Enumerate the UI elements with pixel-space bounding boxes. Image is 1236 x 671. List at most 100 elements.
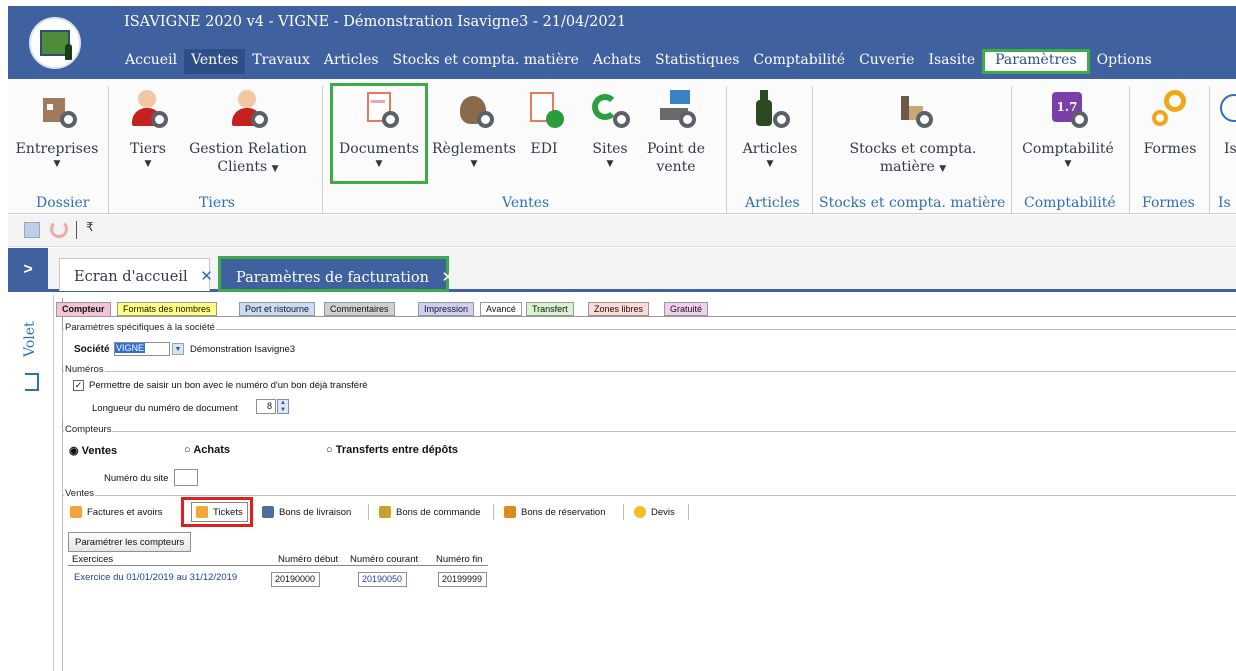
divider — [76, 221, 77, 239]
divider — [322, 86, 323, 214]
group-comptabilite: Comptabilité — [1024, 195, 1116, 211]
calendar-icon — [504, 506, 516, 518]
customize-qat-icon[interactable]: ₹ — [86, 220, 94, 234]
tab-bons-commande[interactable]: Bons de commande — [379, 502, 481, 522]
close-icon[interactable]: ✕ — [200, 267, 213, 285]
document-length-field[interactable]: 8 — [256, 399, 276, 414]
subtab-transfert[interactable]: Transfert — [526, 302, 574, 316]
pin-icon[interactable] — [25, 373, 39, 391]
radio-ventes[interactable]: ◉ Ventes — [69, 444, 117, 457]
menu-cuverie[interactable]: Cuverie — [852, 49, 921, 74]
point-de-vente-button[interactable]: Point de vente — [644, 90, 708, 176]
formes-button[interactable]: Formes — [1138, 90, 1202, 158]
tab-bons-reservation[interactable]: Bons de réservation — [504, 502, 606, 522]
tab-tickets[interactable]: Tickets — [191, 502, 248, 522]
table-row[interactable]: Exercice du 01/01/2019 au 31/12/2019 201… — [68, 568, 548, 590]
tab-ecran-accueil[interactable]: Ecran d'accueil ✕ — [59, 258, 213, 291]
subtab-gratuite[interactable]: Gratuité — [664, 302, 709, 316]
expand-panel-icon[interactable]: > — [8, 248, 48, 292]
edi-button[interactable]: EDI — [522, 90, 566, 158]
window-title: ISAVIGNE 2020 v4 - VIGNE - Démonstration… — [124, 14, 627, 30]
chevron-down-icon: ▼ — [53, 159, 61, 169]
tab-parametres-facturation[interactable]: Paramètres de facturation ✕ — [218, 256, 454, 292]
menu-ventes[interactable]: Ventes — [184, 49, 246, 74]
menu-parametres[interactable]: Paramètres — [982, 49, 1090, 74]
tab-bons-livraison[interactable]: Bons de livraison — [262, 502, 351, 522]
divider — [812, 86, 813, 214]
group-is: Is — [1218, 195, 1231, 211]
menu-options[interactable]: Options — [1090, 49, 1159, 74]
allow-transferred-label: Permettre de saisir un bon avec le numér… — [89, 380, 368, 391]
end-number-field[interactable]: 20199999 — [438, 572, 487, 587]
numeros-legend: Numéros — [64, 364, 105, 375]
allow-transferred-checkbox[interactable]: ✓ — [73, 380, 84, 391]
chevron-down-icon: ▼ — [606, 159, 614, 169]
radio-achats[interactable]: ○ Achats — [184, 444, 230, 456]
menu-stocks[interactable]: Stocks et compta. matière — [386, 49, 586, 74]
radio-icon: ○ — [184, 444, 191, 456]
menu-accueil[interactable]: Accueil — [118, 49, 184, 74]
stocks-button[interactable]: Stocks et compta. matière ▼ — [820, 90, 1006, 178]
articles-button[interactable]: Articles ▼ — [736, 90, 804, 170]
site-number-field[interactable] — [174, 469, 198, 486]
sites-button[interactable]: Sites ▼ — [585, 90, 635, 170]
gestion-relation-clients-button[interactable]: Gestion Relation Clients ▼ — [183, 90, 313, 178]
is-button[interactable]: Is — [1216, 90, 1236, 158]
undo-icon[interactable] — [50, 220, 68, 238]
tab-factures-avoirs[interactable]: Factures et avoirs — [70, 502, 163, 522]
app-logo[interactable] — [29, 17, 81, 69]
subtab-compteur[interactable]: Compteur — [56, 302, 111, 316]
subtab-avance[interactable]: Avancé — [480, 302, 522, 316]
length-spinner[interactable]: ▲ ▼ — [277, 399, 289, 414]
reglements-button[interactable]: Règlements ▼ — [426, 90, 522, 170]
invoice-icon — [70, 506, 82, 518]
subtab-formats[interactable]: Formats des nombres — [117, 302, 217, 316]
comptabilite-button[interactable]: 1.7 Comptabilité ▼ — [1018, 90, 1118, 170]
gears-icon — [1150, 90, 1190, 130]
circle-icon — [1216, 90, 1236, 130]
divider — [1129, 86, 1130, 214]
ventes-legend: Ventes — [64, 488, 96, 499]
radio-transferts[interactable]: ○ Transferts entre dépôts — [326, 444, 458, 456]
chevron-down-icon: ▼ — [939, 164, 947, 174]
menu-articles[interactable]: Articles — [317, 49, 386, 74]
menu-achats[interactable]: Achats — [586, 49, 648, 74]
sync-icon — [590, 90, 630, 130]
configure-counters-button[interactable]: Paramétrer les compteurs — [68, 532, 192, 552]
menu-isasite[interactable]: Isasite — [921, 49, 982, 74]
chevron-down-icon[interactable]: ▼ — [172, 343, 184, 355]
chevron-down-icon: ▼ — [144, 159, 152, 169]
group-tiers: Tiers — [199, 195, 235, 211]
document-length-label: Longueur du numéro de document — [92, 403, 238, 414]
societe-select[interactable]: VIGNE — [114, 342, 170, 356]
truck-icon — [262, 506, 274, 518]
tiers-button[interactable]: Tiers ▼ — [118, 90, 178, 170]
person-icon — [228, 90, 268, 130]
menu-statistiques[interactable]: Statistiques — [648, 49, 746, 74]
cash-register-icon — [656, 90, 696, 130]
tab-devis[interactable]: Devis — [634, 502, 675, 522]
current-number-field[interactable]: 20190050 — [358, 572, 407, 587]
divider — [1209, 86, 1210, 214]
ticket-icon — [196, 506, 208, 518]
accounting-icon: 1.7 — [1048, 90, 1088, 130]
main-menu: Accueil Ventes Travaux Articles Stocks e… — [118, 49, 1159, 74]
group-formes: Formes — [1142, 195, 1195, 211]
group-ventes: Ventes — [502, 195, 550, 211]
save-icon[interactable] — [24, 222, 40, 238]
subtab-port[interactable]: Port et ristourne — [239, 302, 316, 316]
menu-comptabilite[interactable]: Comptabilité — [746, 49, 852, 74]
group-stocks: Stocks et compta. matière — [819, 195, 1006, 211]
start-number-field[interactable]: 20190000 — [271, 572, 320, 587]
documents-highlight — [330, 83, 428, 184]
volet-label[interactable]: Volet — [22, 321, 38, 357]
menu-travaux[interactable]: Travaux — [245, 49, 317, 74]
subtab-zones-libres[interactable]: Zones libres — [588, 302, 650, 316]
subtab-impression[interactable]: Impression — [418, 302, 475, 316]
entreprises-button[interactable]: Entreprises ▼ — [14, 90, 100, 170]
subtab-commentaires[interactable]: Commentaires — [324, 302, 395, 316]
close-icon[interactable]: ✕ — [442, 268, 455, 286]
societe-legend: Paramètres spécifiques à la société — [64, 322, 216, 333]
bottle-icon — [750, 90, 790, 130]
radio-checked-icon: ◉ — [69, 445, 79, 457]
